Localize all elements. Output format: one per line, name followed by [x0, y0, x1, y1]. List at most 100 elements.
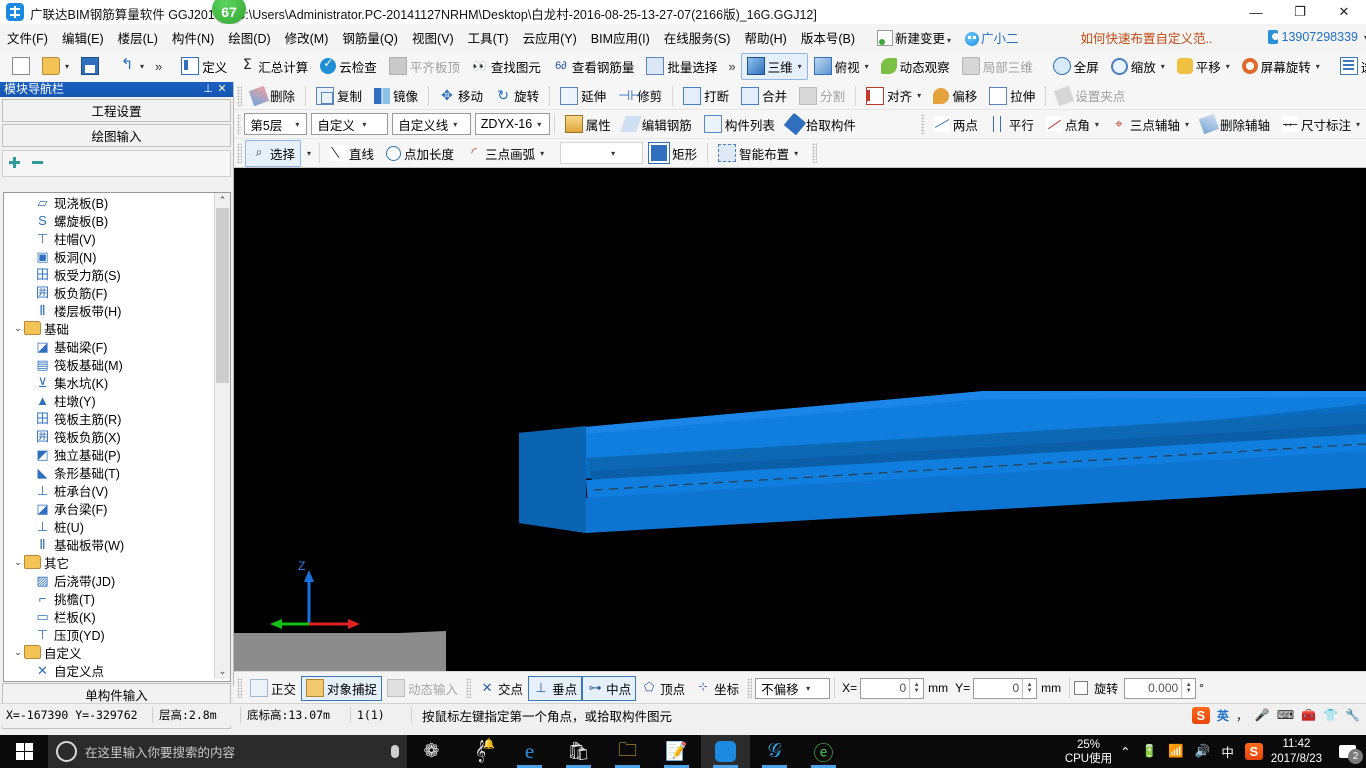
type-selector[interactable]: 自定义线 ▾ — [392, 113, 471, 135]
menu-help[interactable]: 帮助(H) — [737, 25, 793, 50]
arc-chevron-down-icon[interactable]: ▾ — [540, 149, 544, 158]
view-3d-button[interactable]: 三维 ▾ — [740, 52, 808, 80]
menu-cloud-apps[interactable]: 云应用(Y) — [516, 25, 584, 50]
perpendicular-snap-toggle[interactable]: ⊥ 垂点 — [528, 675, 583, 701]
menu-floor[interactable]: 楼层(L) — [111, 25, 165, 50]
smart-layout-button[interactable]: 智能布置 ▾ — [712, 140, 804, 167]
tree-item[interactable]: ◩ 独立基础(P) — [4, 445, 215, 463]
tree-item[interactable]: 囲板负筋(F) — [4, 283, 215, 301]
align-button[interactable]: 对齐 ▾ — [860, 82, 927, 109]
view-top-chevron-down-icon[interactable]: ▾ — [865, 62, 869, 71]
rotate-checkbox[interactable] — [1074, 681, 1089, 695]
chevron-down-icon[interactable]: ▾ — [947, 36, 951, 45]
promo-link[interactable]: 如何快速布置自定义范.. — [1081, 28, 1213, 47]
view-3d-chevron-down-icon[interactable]: ▾ — [798, 62, 802, 71]
pan-chevron-down-icon[interactable]: ▾ — [1226, 62, 1230, 71]
menu-tools[interactable]: 工具(T) — [461, 25, 516, 50]
zoom-chevron-down-icon[interactable]: ▾ — [1161, 62, 1165, 71]
taskbar-clock[interactable]: 11:42 2017/8/23 — [1271, 737, 1328, 767]
batch-select-button[interactable]: 批量选择 — [640, 53, 723, 80]
screen-rotate-chevron-down-icon[interactable]: ▾ — [1316, 62, 1320, 71]
app-gld-icon[interactable] — [701, 735, 750, 768]
member-selector[interactable]: ZDYX-16 ▾ — [474, 113, 550, 135]
scroll-up-icon[interactable]: ⌃ — [215, 193, 230, 208]
zoom-button[interactable]: 缩放 ▾ — [1105, 53, 1171, 80]
app-explorer-icon[interactable]: 🗀 — [603, 735, 652, 768]
app-fan-icon[interactable]: ❁ — [407, 735, 456, 768]
three-point-axis-button[interactable]: ⌖ 三点辅轴 ▾ — [1105, 111, 1195, 138]
menu-file[interactable]: 文件(F) — [0, 25, 55, 50]
undo-chevron-down-icon[interactable]: ▾ — [140, 62, 144, 71]
view-top-button[interactable]: 俯视 ▾ — [808, 53, 875, 80]
parallel-axis-button[interactable]: 平行 — [984, 111, 1040, 138]
category-chevron-down-icon[interactable]: ▾ — [357, 120, 371, 129]
tree-item[interactable]: ▲ 柱墩(Y) — [4, 391, 215, 409]
object-snap-toggle[interactable]: 对象捕捉 — [301, 675, 383, 701]
offset-chevron-down-icon[interactable]: ▾ — [801, 684, 815, 693]
mic-icon[interactable]: 🎤 — [1255, 708, 1270, 722]
menu-draw[interactable]: 绘图(D) — [221, 25, 277, 50]
volume-icon[interactable]: 🔊 — [1195, 744, 1211, 759]
tree-item[interactable]: ▭ 栏板(K) — [4, 607, 215, 625]
smart-chevron-down-icon[interactable]: ▾ — [794, 149, 798, 158]
point-angle-axis-button[interactable]: 点角 ▾ — [1040, 111, 1105, 138]
properties-button[interactable]: 属性 — [559, 111, 617, 138]
component-tree[interactable]: ▱ 现浇板(B) S 螺旋板(B) ⊤ 柱帽(V) ▣ 板洞(N) 田板受力筋(S) 囲板负筋(F… — [3, 192, 231, 682]
tree-scrollbar[interactable]: ⌃ ⌄ — [214, 193, 230, 679]
offset-button[interactable]: 偏移 — [927, 82, 983, 109]
line-tool-button[interactable]: 直线 — [324, 140, 380, 167]
cloud-check-button[interactable]: 云检查 — [314, 53, 383, 80]
app-notepad-icon[interactable]: 📝 — [652, 735, 701, 768]
three-point-arc-button[interactable]: ◜ 三点画弧 ▾ — [460, 140, 550, 167]
rotate-button[interactable]: ↻ 旋转 — [489, 82, 545, 109]
project-settings-button[interactable]: 工程设置 — [2, 99, 231, 122]
wrench-icon[interactable]: 🔧 — [1345, 708, 1360, 722]
menu-member[interactable]: 构件(N) — [165, 25, 221, 50]
find-element-button[interactable]: 👀 查找图元 — [466, 53, 547, 80]
tree-item[interactable]: Ⅱ 楼层板带(H) — [4, 301, 215, 319]
y-spinner-icon[interactable]: ▲ ▼ — [1022, 678, 1036, 698]
intersection-snap-toggle[interactable]: ✕ 交点 — [474, 676, 528, 701]
tree-item[interactable]: ◣ 条形基础(T) — [4, 463, 215, 481]
copy-button[interactable]: 复制 — [310, 82, 368, 109]
toolbar1-overflow-icon[interactable]: » — [150, 59, 167, 74]
toolbar3-grip[interactable] — [237, 114, 242, 134]
move-button[interactable]: ✥ 移动 — [433, 82, 489, 109]
mirror-button[interactable]: 镜像 — [368, 82, 424, 109]
coordinate-snap-toggle[interactable]: ⊹ 坐标 — [690, 676, 744, 701]
save-button[interactable] — [75, 53, 105, 79]
align-chevron-down-icon[interactable]: ▾ — [917, 91, 921, 100]
tree-item[interactable]: ⌄ 基础 — [4, 319, 215, 337]
draw-option-chevron-down-icon[interactable]: ▾ — [606, 149, 620, 158]
snapbar-grip3[interactable] — [747, 678, 753, 698]
rotate-spinner-icon[interactable]: ▲ ▼ — [1181, 678, 1195, 698]
extend-button[interactable]: 延伸 — [554, 82, 612, 109]
drawing-input-button[interactable]: 绘图输入 — [2, 124, 231, 147]
trim-button[interactable]: ⊣⊢ 修剪 — [612, 82, 668, 109]
app-edge-icon[interactable]: e — [505, 735, 554, 768]
menu-bim-apps[interactable]: BIM应用(I) — [584, 25, 657, 50]
chevron-up-icon[interactable]: ⌃ — [1120, 744, 1130, 759]
two-point-axis-button[interactable]: 两点 — [928, 111, 984, 138]
toolbar3b-grip[interactable] — [920, 114, 925, 134]
delete-axis-button[interactable]: 删除辅轴 — [1195, 111, 1276, 138]
member-list-button[interactable]: 构件列表 — [698, 111, 781, 138]
y-offset-input[interactable]: 0 ▲ ▼ — [973, 677, 1038, 699]
tree-item[interactable]: ✕ 自定义点 — [4, 661, 215, 679]
microphone-icon[interactable] — [391, 745, 399, 758]
x-spinner-icon[interactable]: ▲ ▼ — [909, 678, 923, 698]
pan-button[interactable]: 平移 ▾ — [1171, 53, 1236, 80]
tree-item[interactable]: ◪ 承台梁(F) — [4, 499, 215, 517]
menu-view[interactable]: 视图(V) — [405, 25, 461, 50]
tree-item[interactable]: ⊻ 集水坑(K) — [4, 373, 215, 391]
pin-icon[interactable]: ⊥ — [201, 82, 215, 97]
snapbar-grip[interactable] — [237, 678, 242, 698]
app-swirl-bell-icon[interactable]: 𝄞 🔔 — [456, 735, 505, 768]
tree-item[interactable]: ⊤ 压顶(YD) — [4, 625, 215, 643]
app-browser-icon[interactable]: ⓔ — [799, 735, 848, 768]
battery-icon[interactable]: 🔋 — [1142, 744, 1158, 759]
tree-expand-toggle-icon[interactable]: ⌄ — [12, 323, 24, 334]
tree-item[interactable]: 囲筏板负筋(X) — [4, 427, 215, 445]
rectangle-tool-button[interactable]: 矩形 — [643, 139, 703, 167]
scroll-down-icon[interactable]: ⌄ — [215, 664, 230, 679]
